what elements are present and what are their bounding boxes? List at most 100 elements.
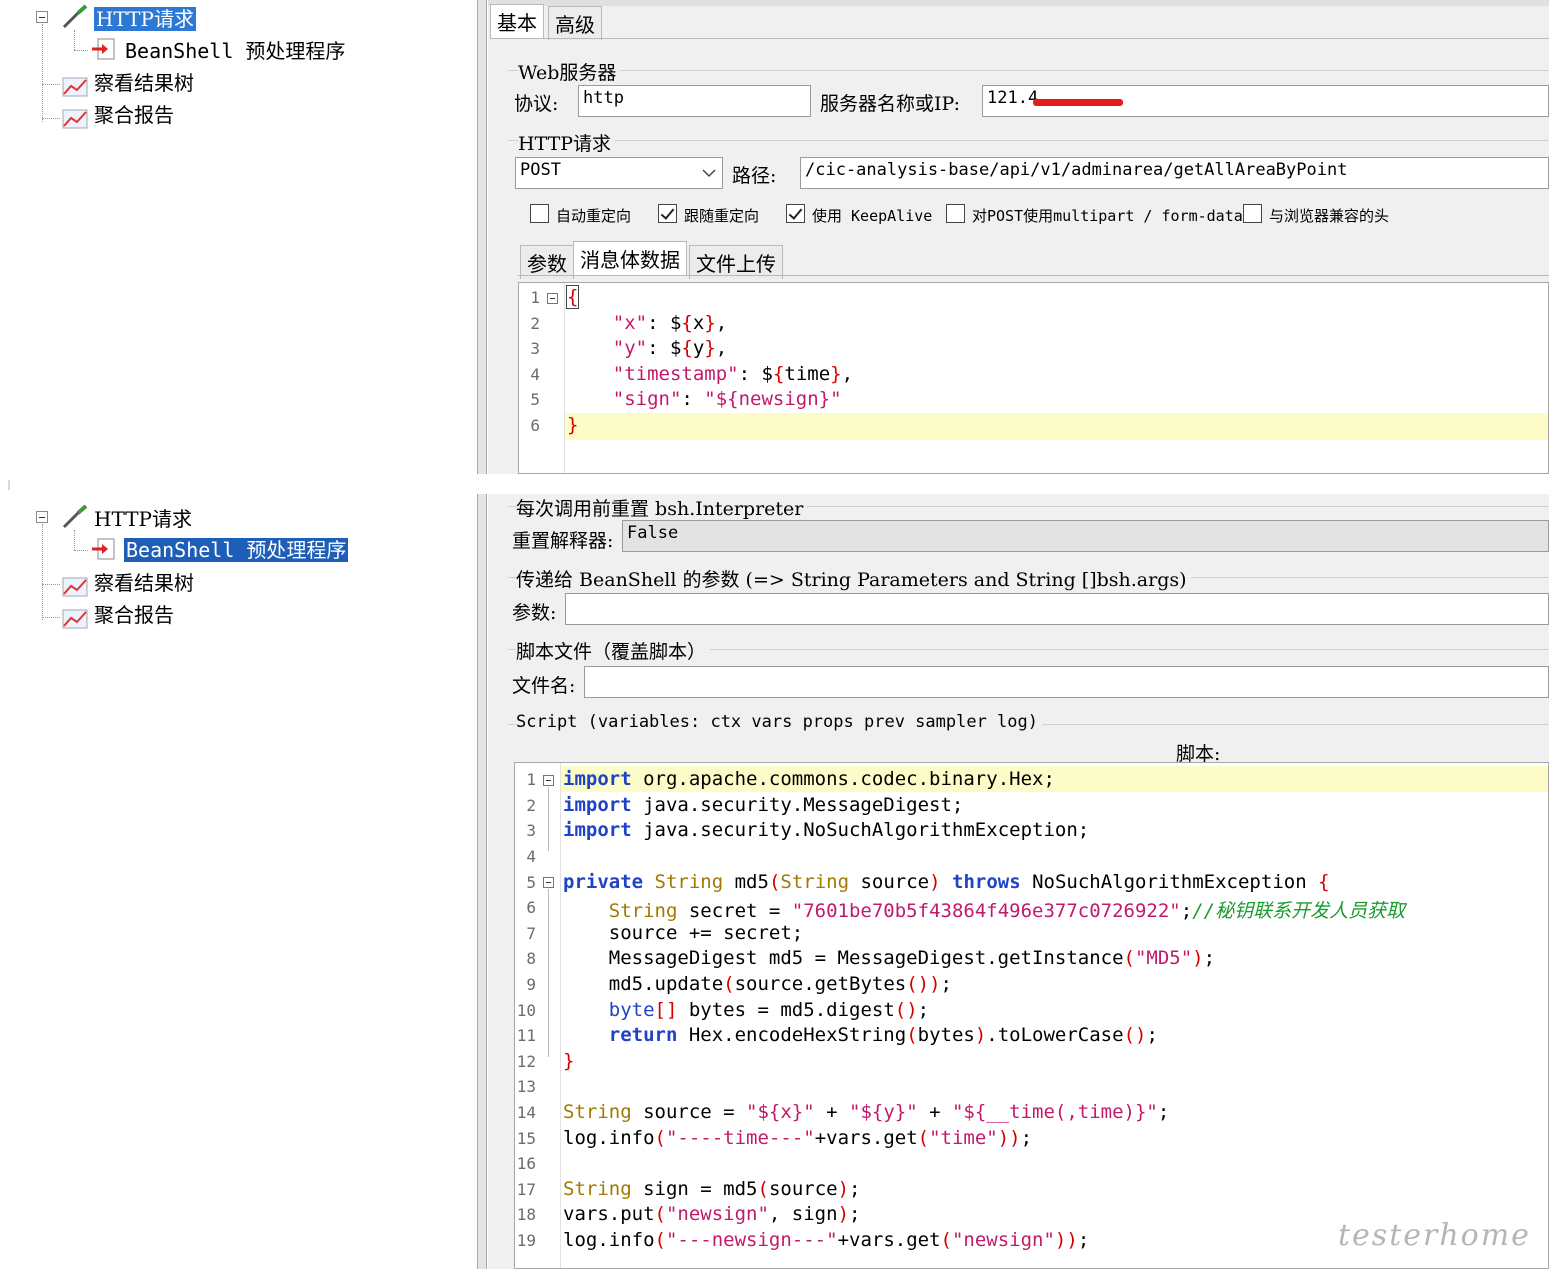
panel-top-border [488, 0, 1549, 6]
code-line: String secret = "7601be70b5f43864f496e37… [608, 900, 1406, 922]
tree-connector [74, 530, 75, 550]
auto-redirect-label: 自动重定向 [556, 207, 632, 225]
split-pane-divider[interactable] [477, 0, 487, 474]
code-line: "x": ${x}, [612, 312, 728, 334]
reset-interpreter-section-title: 每次调用前重置 bsh.Interpreter [516, 494, 808, 521]
split-pane-divider[interactable] [477, 494, 487, 1269]
method-select[interactable]: POST [515, 157, 723, 189]
code-line: { [565, 285, 580, 309]
tree-node-beanshell-preprocessor[interactable]: BeanShell 预处理程序 [122, 537, 350, 563]
line-number: 13 [516, 1077, 536, 1096]
browser-headers-checkbox[interactable] [1243, 204, 1262, 223]
line-number: 17 [516, 1180, 536, 1199]
keepalive-label: 使用 KeepAlive [812, 207, 933, 225]
line-number: 5 [530, 390, 540, 409]
pipette-icon [62, 504, 88, 529]
line-number: 3 [530, 339, 540, 358]
line-number: 9 [526, 975, 536, 994]
code-line: source += secret; [563, 922, 804, 944]
line-number: 15 [516, 1129, 536, 1148]
file-name-field[interactable] [584, 666, 1549, 698]
tab-divider [490, 38, 1549, 39]
http-request-section-title: HTTP请求 [518, 129, 616, 156]
fold-guide [548, 787, 549, 851]
line-number: 5 [526, 873, 536, 892]
fold-toggle[interactable] [543, 877, 554, 888]
fold-guide [548, 889, 549, 1057]
follow-redirect-checkbox[interactable] [658, 204, 677, 223]
body-data-editor[interactable]: 1 2 3 4 5 6 { "x": ${x}, "y": ${y}, "tim… [518, 282, 1549, 474]
tree-node-beanshell-preprocessor[interactable]: BeanShell 预处理程序 [125, 39, 345, 63]
line-number: 6 [526, 898, 536, 917]
tree-node-aggregate-report[interactable]: 聚合报告 [94, 103, 174, 127]
path-field[interactable]: /cic-analysis-base/api/v1/adminarea/getA… [800, 157, 1549, 189]
line-number: 2 [530, 314, 540, 333]
graph-icon [62, 609, 88, 629]
line-number: 16 [516, 1154, 536, 1173]
chevron-down-icon [702, 169, 716, 178]
tab-parameters[interactable]: 参数 [520, 245, 574, 279]
code-line: import java.security.MessageDigest; [563, 794, 964, 816]
server-name-label: 服务器名称或IP: [820, 93, 961, 115]
tree-node-aggregate-report[interactable]: 聚合报告 [94, 603, 174, 627]
tab-divider [518, 275, 1549, 276]
line-number: 3 [526, 821, 536, 840]
fold-toggle[interactable] [547, 293, 558, 304]
fieldset-border [508, 140, 1549, 141]
tree-node-http-request[interactable]: HTTP请求 [94, 7, 196, 31]
reset-interpreter-select[interactable]: False [622, 520, 1549, 552]
server-name-field[interactable]: 121.4 [982, 85, 1549, 117]
line-number: 10 [516, 1001, 536, 1020]
multipart-checkbox[interactable] [946, 204, 965, 223]
line-number: 6 [530, 416, 540, 435]
multipart-label: 对POST使用multipart / form-data [972, 207, 1243, 225]
collapse-toggle[interactable] [36, 511, 48, 523]
tab-advanced[interactable]: 高级 [548, 6, 602, 40]
line-number: 1 [530, 288, 540, 307]
browser-headers-label: 与浏览器兼容的头 [1269, 207, 1390, 225]
code-line: import org.apache.commons.codec.binary.H… [563, 768, 1055, 790]
fold-toggle[interactable] [543, 775, 554, 786]
protocol-field[interactable]: http [578, 85, 811, 117]
code-line: private String md5(String source) throws… [563, 871, 1330, 893]
http-request-panel: 基本 高级 Web服务器 协议: http 服务器名称或IP: 121.4 HT… [488, 0, 1549, 474]
collapse-toggle[interactable] [36, 11, 48, 23]
line-number: 18 [516, 1205, 536, 1224]
tree-node-http-request[interactable]: HTTP请求 [94, 507, 192, 531]
tree-connector [42, 524, 43, 620]
reset-interpreter-label: 重置解释器: [512, 530, 614, 552]
code-line: md5.update(source.getBytes()); [563, 973, 952, 995]
line-number: 14 [516, 1103, 536, 1122]
line-number: 1 [526, 770, 536, 789]
tab-basic[interactable]: 基本 [490, 4, 544, 38]
tree-connector [42, 584, 60, 585]
line-number: 11 [516, 1026, 536, 1045]
parameters-field[interactable] [565, 593, 1549, 625]
tree-node-view-results-tree[interactable]: 察看结果树 [94, 71, 194, 95]
tree-connector [42, 617, 60, 618]
tree-connector [74, 550, 88, 551]
line-number: 12 [516, 1052, 536, 1071]
preprocessor-icon [92, 538, 115, 560]
method-value: POST [520, 160, 561, 180]
tree-node-view-results-tree[interactable]: 察看结果树 [94, 571, 194, 595]
keepalive-checkbox[interactable] [786, 204, 805, 223]
line-number: 4 [526, 847, 536, 866]
script-editor[interactable]: 1 2 3 4 5 6 7 8 9 10 11 12 13 14 15 16 1… [514, 762, 1549, 1269]
graph-icon [62, 577, 88, 597]
web-server-section-title: Web服务器 [518, 58, 621, 85]
test-plan-tree-top: HTTP请求 BeanShell 预处理程序 察看结果树 聚合报告 [0, 0, 476, 480]
follow-redirect-label: 跟随重定向 [684, 207, 760, 225]
code-line: log.info("---newsign---"+vars.get("newsi… [563, 1229, 1090, 1251]
tab-body-data[interactable]: 消息体数据 [573, 241, 687, 275]
auto-redirect-checkbox[interactable] [530, 204, 549, 223]
line-number: 8 [526, 949, 536, 968]
script-section-title: Script (variables: ctx vars props prev s… [516, 712, 1042, 732]
parameters-label: 参数: [512, 602, 557, 624]
tab-file-upload[interactable]: 文件上传 [689, 245, 783, 279]
preprocessor-icon [92, 38, 115, 60]
parameters-section-title: 传递给 BeanShell 的参数 (=> String Parameters … [516, 565, 1191, 592]
test-plan-tree-bottom: HTTP请求 BeanShell 预处理程序 察看结果树 聚合报告 [0, 490, 476, 1269]
beanshell-preprocessor-panel: 每次调用前重置 bsh.Interpreter 重置解释器: False 传递给… [488, 494, 1549, 1269]
tree-connector [42, 118, 60, 119]
